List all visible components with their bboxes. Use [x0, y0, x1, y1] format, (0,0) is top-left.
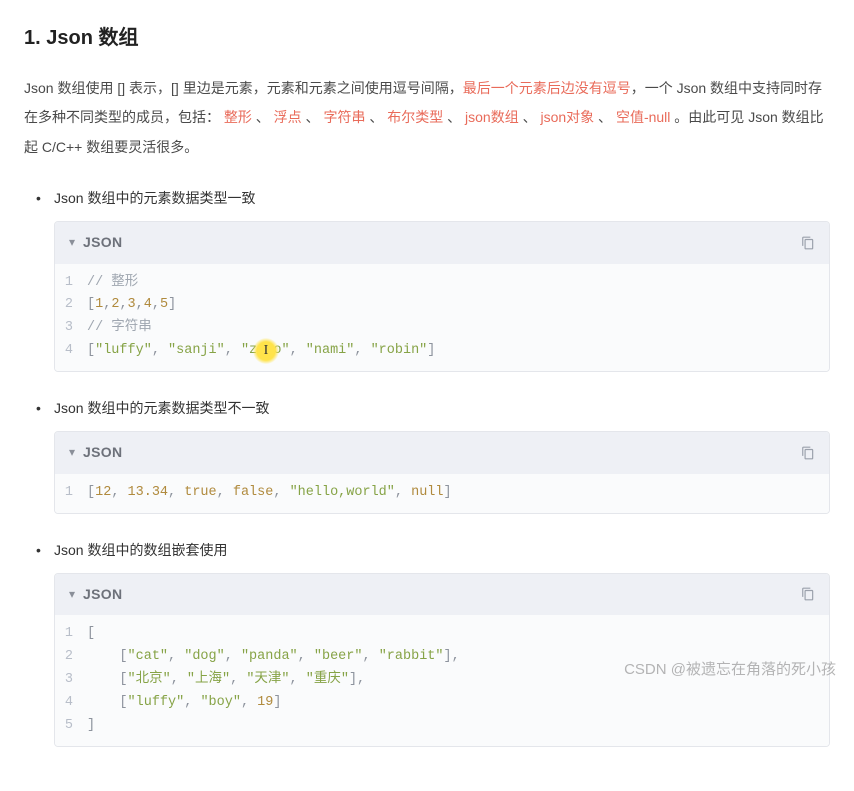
intro-highlight-last: 最后一个元素后边没有逗号	[463, 80, 631, 96]
copy-icon[interactable]	[801, 446, 815, 460]
type-bool: 布尔类型	[387, 109, 443, 125]
intro-paragraph: Json 数组使用 [] 表示，[] 里边是元素，元素和元素之间使用逗号间隔，最…	[24, 74, 830, 162]
list-item: Json 数组中的数组嵌套使用 ▾ JSON 1[ 2 ["cat", "dog…	[54, 538, 830, 747]
code-header: ▾ JSON	[55, 222, 829, 263]
page-heading: 1. Json 数组	[24, 20, 830, 56]
type-null: 空值-null	[616, 109, 670, 125]
list-item: Json 数组中的元素数据类型不一致 ▾ JSON 1[12, 13.34, t…	[54, 396, 830, 513]
code-lang-label: JSON	[83, 230, 122, 255]
copy-icon[interactable]	[801, 587, 815, 601]
code-header: ▾ JSON	[55, 574, 829, 615]
code-body: 1[ 2 ["cat", "dog", "panda", "beer", "ra…	[55, 615, 829, 746]
chevron-down-icon[interactable]: ▾	[69, 442, 75, 464]
item-text: Json 数组中的元素数据类型一致	[54, 186, 830, 211]
type-jsonarray: json数组	[465, 109, 519, 125]
copy-icon[interactable]	[801, 236, 815, 250]
chevron-down-icon[interactable]: ▾	[69, 232, 75, 254]
item-text: Json 数组中的元素数据类型不一致	[54, 396, 830, 421]
code-block: ▾ JSON 1[ 2 ["cat", "dog", "panda", "bee…	[54, 573, 830, 747]
type-int: 整形	[224, 109, 252, 125]
intro-text: Json 数组使用 [] 表示，[] 里边是元素，元素和元素之间使用逗号间隔，	[24, 80, 463, 96]
type-string: 字符串	[323, 109, 365, 125]
code-block: ▾ JSON 1// 整形 2[1,2,3,4,5] 3// 字符串 4["lu…	[54, 221, 830, 372]
code-lang-label: JSON	[83, 582, 122, 607]
code-body: 1// 整形 2[1,2,3,4,5] 3// 字符串 4["luffy", "…	[55, 264, 829, 372]
chevron-down-icon[interactable]: ▾	[69, 584, 75, 606]
code-body: 1[12, 13.34, true, false, "hello,world",…	[55, 474, 829, 513]
list-item: Json 数组中的元素数据类型一致 ▾ JSON 1// 整形 2[1,2,3,…	[54, 186, 830, 372]
code-header: ▾ JSON	[55, 432, 829, 473]
item-text: Json 数组中的数组嵌套使用	[54, 538, 830, 563]
code-block: ▾ JSON 1[12, 13.34, true, false, "hello,…	[54, 431, 830, 513]
code-lang-label: JSON	[83, 440, 122, 465]
type-jsonobject: json对象	[540, 109, 594, 125]
type-float: 浮点	[274, 109, 302, 125]
